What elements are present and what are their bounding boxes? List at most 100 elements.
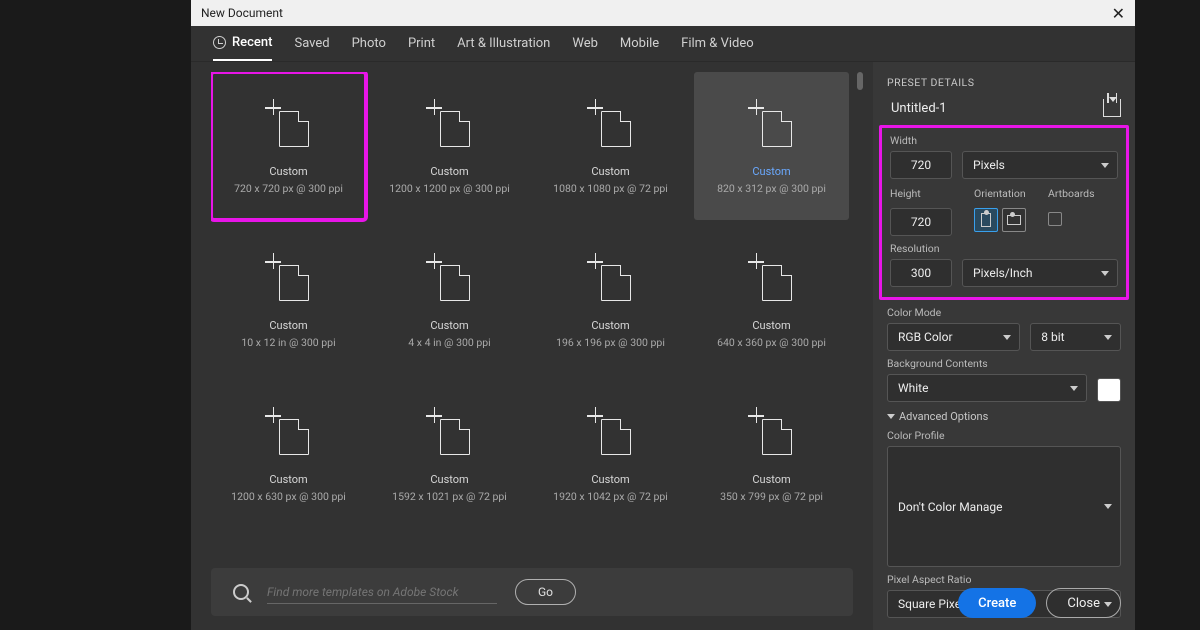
artboards-checkbox[interactable] [1048, 212, 1062, 226]
preset-tile[interactable]: Custom 1592 x 1021 px @ 72 ppi [372, 380, 527, 528]
bgcontents-select[interactable]: White [887, 374, 1087, 402]
preset-dimensions: 1200 x 1200 px @ 300 ppi [389, 182, 510, 195]
height-label: Height [890, 187, 952, 200]
tab-label: Saved [294, 36, 329, 51]
chevron-down-icon [1104, 335, 1112, 340]
chevron-down-icon [1104, 504, 1112, 509]
preset-name: Custom [752, 473, 790, 486]
bg-color-swatch[interactable] [1097, 378, 1121, 402]
document-icon [426, 405, 474, 455]
chevron-down-icon [887, 414, 895, 419]
colormode-select[interactable]: RGB Color [887, 323, 1020, 351]
chevron-down-icon [1070, 386, 1078, 391]
tab-label: Photo [352, 36, 386, 51]
select-value: 8 bit [1041, 330, 1064, 344]
scrollbar[interactable] [855, 72, 865, 564]
tab-mobile[interactable]: Mobile [620, 26, 659, 61]
resolution-unit-select[interactable]: Pixels/Inch [962, 259, 1118, 287]
preset-dimensions: 1080 x 1080 px @ 72 ppi [553, 182, 668, 195]
preset-tile[interactable]: Custom 640 x 360 px @ 300 ppi [694, 226, 849, 374]
preset-name: Custom [591, 165, 629, 178]
preset-name: Custom [269, 165, 307, 178]
preset-grid: Custom720 x 720 px @ 300 ppiCustom1200 x… [211, 72, 865, 528]
preset-tile[interactable]: Custom820 x 312 px @ 300 ppi [694, 72, 849, 220]
preset-name: Custom [430, 319, 468, 332]
go-button[interactable]: Go [515, 579, 576, 605]
width-unit-select[interactable]: Pixels [962, 151, 1118, 179]
new-document-dialog: New Document ✕ Recent Saved Photo Print … [191, 0, 1135, 630]
advanced-options-toggle[interactable]: Advanced Options [887, 410, 1121, 423]
tab-print[interactable]: Print [408, 26, 435, 61]
search-bar: Go [211, 568, 853, 616]
preset-tile[interactable]: Custom 4 x 4 in @ 300 ppi [372, 226, 527, 374]
document-icon [426, 251, 474, 301]
preset-dimensions: 1920 x 1042 px @ 72 ppi [553, 490, 668, 503]
preset-tile[interactable]: Custom 350 x 799 px @ 72 ppi [694, 380, 849, 528]
select-value: RGB Color [898, 330, 953, 344]
document-name[interactable]: Untitled-1 [887, 101, 947, 116]
resolution-input[interactable] [890, 259, 952, 287]
tab-label: Film & Video [681, 36, 754, 51]
bitdepth-select[interactable]: 8 bit [1030, 323, 1121, 351]
chevron-down-icon [1101, 163, 1109, 168]
width-input[interactable] [890, 151, 952, 179]
tab-web[interactable]: Web [572, 26, 598, 61]
select-value: Pixels [973, 158, 1005, 172]
tab-photo[interactable]: Photo [352, 26, 386, 61]
preset-tile[interactable]: Custom 196 x 196 px @ 300 ppi [533, 226, 688, 374]
preset-tile[interactable]: Custom720 x 720 px @ 300 ppi [211, 72, 366, 220]
colorprofile-select[interactable]: Don't Color Manage [887, 446, 1121, 567]
preset-dimensions: 1592 x 1021 px @ 72 ppi [392, 490, 507, 503]
orientation-portrait[interactable] [974, 208, 998, 232]
search-input[interactable] [267, 581, 497, 604]
title-bar: New Document ✕ [191, 0, 1135, 26]
preset-dimensions: 820 x 312 px @ 300 ppi [717, 182, 826, 195]
height-input[interactable] [890, 208, 952, 236]
tab-saved[interactable]: Saved [294, 26, 329, 61]
preset-dimensions: 4 x 4 in @ 300 ppi [408, 336, 490, 349]
preset-tile[interactable]: Custom1920 x 1042 px @ 72 ppi [533, 380, 688, 528]
pixelaspect-label: Pixel Aspect Ratio [887, 573, 1121, 586]
preset-tile[interactable]: Custom 1080 x 1080 px @ 72 ppi [533, 72, 688, 220]
preset-dimensions: 1200 x 630 px @ 300 ppi [231, 490, 346, 503]
close-button[interactable]: Close [1046, 588, 1121, 618]
preset-dimensions: 640 x 360 px @ 300 ppi [717, 336, 826, 349]
width-label: Width [890, 134, 1118, 147]
preset-tile[interactable]: Custom1200 x 630 px @ 300 ppi [211, 380, 366, 528]
preset-dimensions: 196 x 196 px @ 300 ppi [556, 336, 665, 349]
artboards-label: Artboards [1048, 187, 1095, 200]
tab-recent[interactable]: Recent [213, 26, 272, 61]
select-value: Pixels/Inch [973, 266, 1033, 280]
title-text: New Document [201, 6, 283, 20]
chevron-down-icon [1101, 271, 1109, 276]
scrollbar-thumb[interactable] [857, 72, 863, 90]
preset-tile[interactable]: Custom10 x 12 in @ 300 ppi [211, 226, 366, 374]
size-highlight-box: Width Pixels Height Orientation [879, 125, 1129, 300]
preset-name: Custom [752, 319, 790, 332]
document-icon [748, 97, 796, 147]
preset-dimensions: 350 x 799 px @ 72 ppi [720, 490, 823, 503]
preset-dimensions: 10 x 12 in @ 300 ppi [241, 336, 335, 349]
orientation-landscape[interactable] [1002, 208, 1026, 232]
tab-film[interactable]: Film & Video [681, 26, 754, 61]
create-button[interactable]: Create [958, 588, 1036, 618]
save-preset-icon[interactable] [1103, 99, 1121, 117]
preset-name: Custom [430, 473, 468, 486]
orientation-label: Orientation [974, 187, 1026, 200]
preset-name: Custom [430, 165, 468, 178]
tab-label: Recent [232, 35, 272, 50]
document-icon [265, 251, 313, 301]
document-icon [265, 405, 313, 455]
tab-art[interactable]: Art & Illustration [457, 26, 550, 61]
details-title: PRESET DETAILS [887, 76, 1121, 89]
clock-icon [213, 36, 226, 49]
document-icon [587, 97, 635, 147]
preset-name: Custom [591, 319, 629, 332]
document-icon [265, 97, 313, 147]
select-value: Don't Color Manage [898, 500, 1002, 514]
close-icon[interactable]: ✕ [1112, 4, 1125, 23]
tab-label: Print [408, 36, 435, 51]
preset-tile[interactable]: Custom 1200 x 1200 px @ 300 ppi [372, 72, 527, 220]
bgcontents-label: Background Contents [887, 357, 1121, 370]
chevron-down-icon [1003, 335, 1011, 340]
